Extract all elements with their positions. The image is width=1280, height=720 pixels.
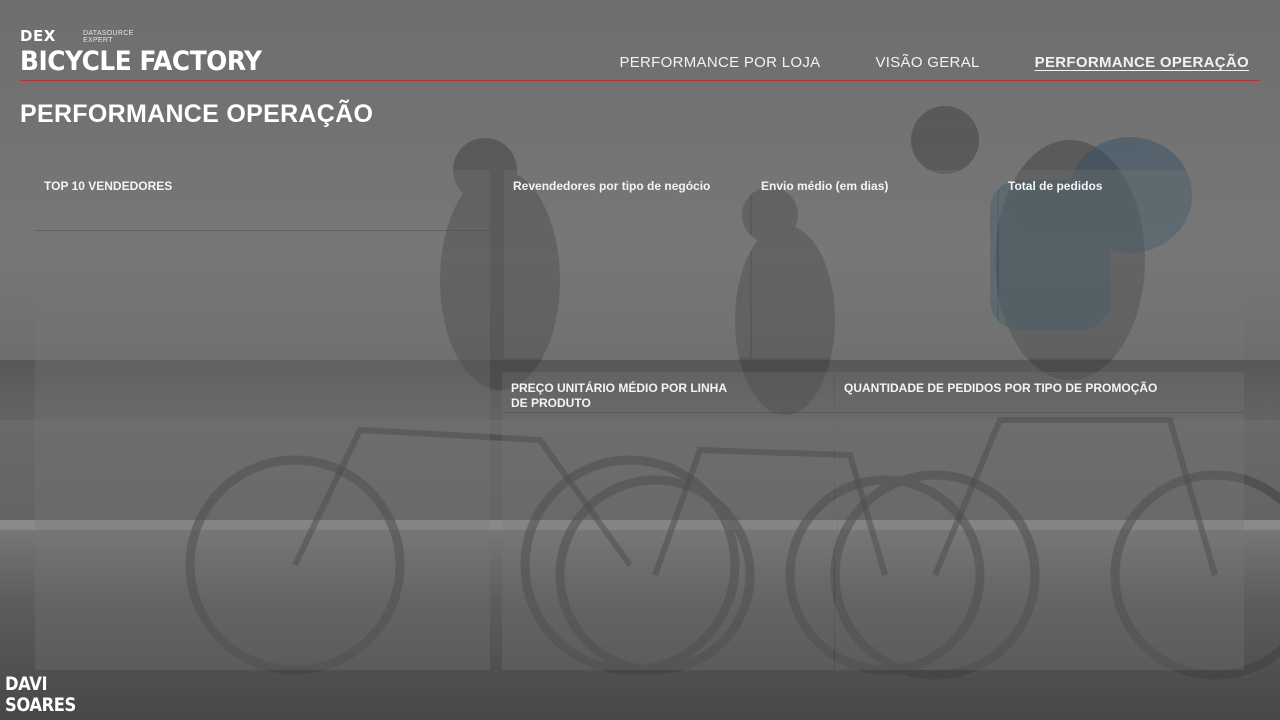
panel-title-preco-unitario: PREÇO UNITÁRIO MÉDIO POR LINHA DE PRODUT… <box>511 381 727 410</box>
panel-top-10-vendedores: TOP 10 VENDEDORES <box>35 170 490 670</box>
dex-logo-mark: DEX <box>20 27 56 45</box>
logo-subtitle: DATASOURCE EXPERT <box>83 30 143 44</box>
panel-total-pedidos: Total de pedidos <box>999 170 1244 358</box>
panel-header-divider <box>835 412 1244 413</box>
panel-preco-unitario-medio: PREÇO UNITÁRIO MÉDIO POR LINHA DE PRODUT… <box>502 372 834 670</box>
panel-envio-medio: Envio médio (em dias) <box>752 170 997 358</box>
panel-title-envio-medio: Envio médio (em dias) <box>761 179 889 193</box>
page-title: PERFORMANCE OPERAÇÃO <box>20 100 374 128</box>
panel-title-top-10-vendedores: TOP 10 VENDEDORES <box>44 179 173 193</box>
panel-title-revendedores: Revendedores por tipo de negócio <box>513 179 711 193</box>
top-navigation: PERFORMANCE POR LOJA VISÃO GERAL PERFORM… <box>619 54 1249 71</box>
tab-visao-geral[interactable]: VISÃO GERAL <box>875 54 979 71</box>
panel-header-divider <box>502 412 834 413</box>
panel-header-divider <box>35 230 490 231</box>
author-logo: DAVI SOARES <box>5 674 76 716</box>
tab-performance-por-loja[interactable]: PERFORMANCE POR LOJA <box>619 54 820 71</box>
brand-logo: DEX DATASOURCE EXPERT BICYCLE FACTORY <box>20 28 283 77</box>
brand-name: BICYCLE FACTORY <box>20 46 262 77</box>
header-divider <box>20 80 1260 81</box>
author-logo-line-2: SOARES <box>5 694 76 716</box>
panel-revendedores-tipo-negocio: Revendedores por tipo de negócio <box>504 170 750 358</box>
logo-subtitle-line-2: EXPERT <box>83 37 113 44</box>
tab-performance-operacao[interactable]: PERFORMANCE OPERAÇÃO <box>1035 54 1249 71</box>
logo-subtitle-line-1: DATASOURCE <box>83 30 134 37</box>
author-logo-line-1: DAVI <box>5 673 48 695</box>
panel-title-total-pedidos: Total de pedidos <box>1008 179 1103 193</box>
panel-quantidade-pedidos-promocao: QUANTIDADE DE PEDIDOS POR TIPO DE PROMOÇ… <box>835 372 1244 670</box>
panel-title-quantidade-pedidos: QUANTIDADE DE PEDIDOS POR TIPO DE PROMOÇ… <box>844 381 1158 395</box>
